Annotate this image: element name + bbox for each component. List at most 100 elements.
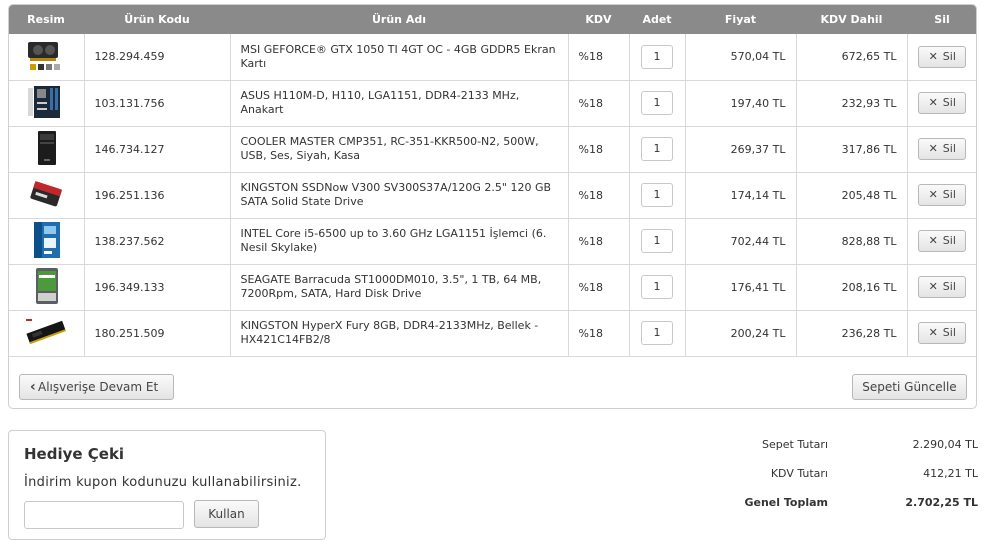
table-row: 196.349.133 SEAGATE Barracuda ST1000DM01… [9, 264, 976, 311]
delete-label: Sil [942, 234, 956, 247]
product-code-link[interactable]: 196.349.133 [84, 264, 231, 311]
quantity-cell: 1 [629, 310, 686, 357]
product-name: ASUS H110M-D, H110, LGA1151, DDR4-2133 M… [230, 80, 569, 127]
quantity-cell: 1 [629, 126, 686, 173]
quantity-input[interactable]: 1 [641, 275, 673, 299]
quantity-input[interactable]: 1 [641, 183, 673, 207]
delete-label: Sil [942, 142, 956, 155]
pc-case-icon[interactable] [26, 129, 66, 170]
coupon-code-input[interactable] [24, 501, 184, 529]
product-vat: %18 [568, 80, 630, 127]
vat-total-row: KDV Tutarı 412,21 TL [700, 467, 980, 487]
product-vat: %18 [568, 34, 630, 81]
product-price: 702,44 TL [685, 218, 797, 265]
gift-voucher-title: Hediye Çeki [24, 445, 125, 463]
product-code-link[interactable]: 138.237.562 [84, 218, 231, 265]
close-icon: ✕ [928, 326, 938, 339]
product-code-link[interactable]: 180.251.509 [84, 310, 231, 357]
close-icon: ✕ [928, 188, 938, 201]
delete-label: Sil [942, 188, 956, 201]
delete-cell: ✕ Sil [907, 172, 976, 219]
product-image-cell [9, 218, 85, 265]
product-price: 570,04 TL [685, 34, 797, 81]
continue-shopping-button[interactable]: ‹ Alışverişe Devam Et [19, 374, 174, 400]
delete-button[interactable]: ✕ Sil [918, 45, 967, 68]
close-icon: ✕ [928, 96, 938, 109]
table-row: 103.131.756 ASUS H110M-D, H110, LGA1151,… [9, 80, 976, 127]
ssd-icon[interactable] [26, 177, 66, 214]
product-image-cell [9, 126, 85, 173]
delete-label: Sil [942, 49, 956, 63]
close-icon: ✕ [928, 142, 938, 155]
product-vat: %18 [568, 172, 630, 219]
product-name: SEAGATE Barracuda ST1000DM010, 3.5", 1 T… [230, 264, 569, 311]
quantity-input[interactable]: 1 [641, 44, 673, 69]
quantity-cell: 1 [629, 172, 686, 219]
table-row: 128.294.459 MSI GEFORCE® GTX 1050 TI 4GT… [9, 34, 976, 81]
delete-cell: ✕ Sil [907, 310, 976, 357]
product-price-vat-incl: 232,93 TL [796, 80, 908, 127]
product-price: 197,40 TL [685, 80, 797, 127]
product-price-vat-incl: 205,48 TL [796, 172, 908, 219]
delete-button[interactable]: ✕ Sil [918, 138, 967, 160]
delete-button[interactable]: ✕ Sil [918, 184, 967, 206]
delete-label: Sil [942, 280, 956, 293]
product-price-vat-incl: 828,88 TL [796, 218, 908, 265]
delete-button[interactable]: ✕ Sil [918, 92, 967, 114]
cpu-box-icon[interactable] [26, 220, 66, 263]
delete-button[interactable]: ✕ Sil [918, 230, 967, 252]
product-image-cell [9, 310, 85, 357]
product-code-link[interactable]: 146.734.127 [84, 126, 231, 173]
product-price: 176,41 TL [685, 264, 797, 311]
header-delete: Sil [907, 5, 976, 34]
product-price-vat-incl: 672,65 TL [796, 34, 908, 81]
table-header-row: Resim Ürün Kodu Ürün Adı KDV Adet Fiyat … [9, 5, 976, 34]
graphics-card-icon[interactable] [26, 38, 66, 75]
quantity-cell: 1 [629, 34, 686, 81]
subtotal-label: Sepet Tutarı [762, 438, 828, 451]
cart-panel: Resim Ürün Kodu Ürün Adı KDV Adet Fiyat … [8, 4, 977, 409]
product-vat: %18 [568, 218, 630, 265]
header-vat: KDV [568, 5, 629, 34]
delete-button[interactable]: ✕ Sil [918, 322, 967, 344]
delete-label: Sil [942, 96, 956, 109]
ram-module-icon[interactable] [24, 317, 68, 350]
product-code-link[interactable]: 128.294.459 [84, 34, 231, 81]
vat-total-value: 412,21 TL [923, 467, 978, 480]
vat-total-label: KDV Tutarı [770, 467, 828, 480]
delete-cell: ✕ Sil [907, 126, 976, 173]
quantity-input[interactable]: 1 [641, 229, 673, 253]
quantity-input[interactable]: 1 [641, 321, 673, 345]
product-price: 174,14 TL [685, 172, 797, 219]
delete-cell: ✕ Sil [907, 218, 976, 265]
quantity-cell: 1 [629, 80, 686, 127]
continue-shopping-label: Alışverişe Devam Et [38, 380, 159, 394]
grand-total-row: Genel Toplam 2.702,25 TL [700, 496, 980, 516]
header-qty: Adet [629, 5, 685, 34]
header-vat-incl: KDV Dahil [796, 5, 907, 34]
product-code-link[interactable]: 103.131.756 [84, 80, 231, 127]
product-image-cell [9, 34, 85, 81]
product-code-link[interactable]: 196.251.136 [84, 172, 231, 219]
quantity-cell: 1 [629, 264, 686, 311]
delete-button[interactable]: ✕ Sil [918, 276, 967, 298]
product-name: KINGSTON SSDNow V300 SV300S37A/120G 2.5"… [230, 172, 569, 219]
grand-total-label: Genel Toplam [744, 496, 828, 509]
product-name: MSI GEFORCE® GTX 1050 TI 4GT OC - 4GB GD… [230, 34, 569, 81]
product-vat: %18 [568, 126, 630, 173]
table-row: 146.734.127 COOLER MASTER CMP351, RC-351… [9, 126, 976, 173]
product-image-cell [9, 264, 85, 311]
hard-disk-icon[interactable] [26, 266, 66, 309]
product-image-cell [9, 80, 85, 127]
motherboard-icon[interactable] [26, 84, 66, 123]
product-name: KINGSTON HyperX Fury 8GB, DDR4-2133MHz, … [230, 310, 569, 357]
grand-total-value: 2.702,25 TL [905, 496, 978, 509]
quantity-input[interactable]: 1 [641, 137, 673, 161]
product-vat: %18 [568, 264, 630, 311]
subtotal-value: 2.290,04 TL [912, 438, 978, 451]
quantity-input[interactable]: 1 [641, 91, 673, 115]
cart-table: Resim Ürün Kodu Ürün Adı KDV Adet Fiyat … [9, 5, 976, 357]
delete-cell: ✕ Sil [907, 34, 976, 81]
table-row: 138.237.562 INTEL Core i5-6500 up to 3.6… [9, 218, 976, 265]
update-cart-button[interactable]: Sepeti Güncelle [852, 374, 967, 400]
